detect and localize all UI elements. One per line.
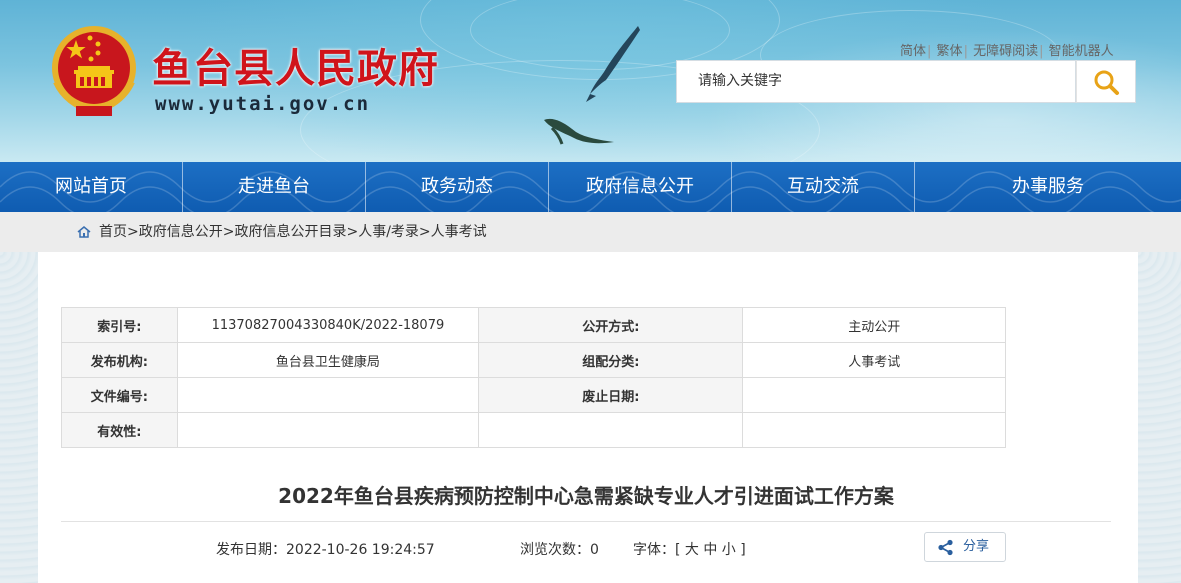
nav-item-home[interactable]: 网站首页 [0,162,183,212]
index-value: 11370827004330840K/2022-18079 [176,307,480,343]
publisher-label: 发布机构: [61,342,178,378]
search-button[interactable] [1076,60,1136,103]
table-row: 发布机构: 鱼台县卫生健康局 组配分类: 人事考试 [61,342,1006,378]
publisher-value: 鱼台县卫生健康局 [176,342,480,378]
link-smart-robot[interactable]: 智能机器人 [1049,44,1114,59]
link-simplified[interactable]: 简体 [900,44,926,59]
fish-decoration [544,118,614,145]
empty-cell [478,412,744,448]
nav-item-gov-info[interactable]: 政府信息公开 [549,162,732,212]
empty-cell [742,412,1006,448]
main-nav: 网站首页 走进鱼台 政务动态 政府信息公开 互动交流 办事服务 [0,162,1181,212]
home-icon [77,226,91,238]
index-label: 索引号: [61,307,178,343]
table-row: 索引号: 11370827004330840K/2022-18079 公开方式:… [61,307,1006,343]
doc-number-value [176,377,480,413]
validity-value [176,412,480,448]
font-size-control[interactable]: 字体：[ 大 中 小 ] [633,539,746,559]
view-count: 浏览次数：0 [520,542,599,558]
nav-item-services[interactable]: 办事服务 [915,162,1181,212]
share-label: 分享 [963,539,990,554]
site-header: 鱼台县人民政府 www.yutai.gov.cn 简体| 繁体| 无障碍阅读| … [0,0,1181,162]
open-method-label: 公开方式: [478,307,744,343]
top-links: 简体| 繁体| 无障碍阅读| 智能机器人 [900,44,1114,59]
link-traditional[interactable]: 繁体 [937,44,963,59]
breadcrumb-bar: 首页>政府信息公开>政府信息公开目录>人事/考录>人事考试 [0,212,1181,252]
left-side-pattern [0,252,38,583]
share-icon [938,539,953,556]
table-row: 文件编号: 废止日期: [61,377,1006,413]
breadcrumb-path[interactable]: 首页>政府信息公开>政府信息公开目录>人事/考录>人事考试 [99,224,487,240]
search-icon [1094,70,1119,95]
site-url: www.yutai.gov.cn [155,93,371,115]
link-accessible-reading[interactable]: 无障碍阅读 [973,44,1038,59]
abolish-date-label: 废止日期: [478,377,744,413]
doc-number-label: 文件编号: [61,377,178,413]
table-row: 有效性: [61,412,1006,448]
article-title: 2022年鱼台县疾病预防控制中心急需紧缺专业人才引进面试工作方案 [278,484,894,508]
validity-label: 有效性: [61,412,178,448]
site-title[interactable]: 鱼台县人民政府 [152,36,439,94]
breadcrumb: 首页>政府信息公开>政府信息公开目录>人事/考录>人事考试 [77,212,487,252]
abolish-date-value [742,377,1006,413]
divider [61,521,1111,522]
nav-item-about-yutai[interactable]: 走进鱼台 [183,162,366,212]
national-emblem-icon [52,26,136,116]
publish-date: 发布日期：2022-10-26 19:24:57 [216,542,435,558]
share-button[interactable]: 分享 [924,532,1006,562]
open-method-value: 主动公开 [742,307,1006,343]
search-input[interactable]: 请输入关键字 [676,60,1076,103]
fish-decoration [586,26,640,102]
document-meta-table: 索引号: 11370827004330840K/2022-18079 公开方式:… [61,307,1006,448]
nav-item-interaction[interactable]: 互动交流 [732,162,915,212]
category-label: 组配分类: [478,342,744,378]
nav-item-gov-news[interactable]: 政务动态 [366,162,549,212]
right-side-pattern [1138,252,1181,583]
category-value: 人事考试 [742,342,1006,378]
